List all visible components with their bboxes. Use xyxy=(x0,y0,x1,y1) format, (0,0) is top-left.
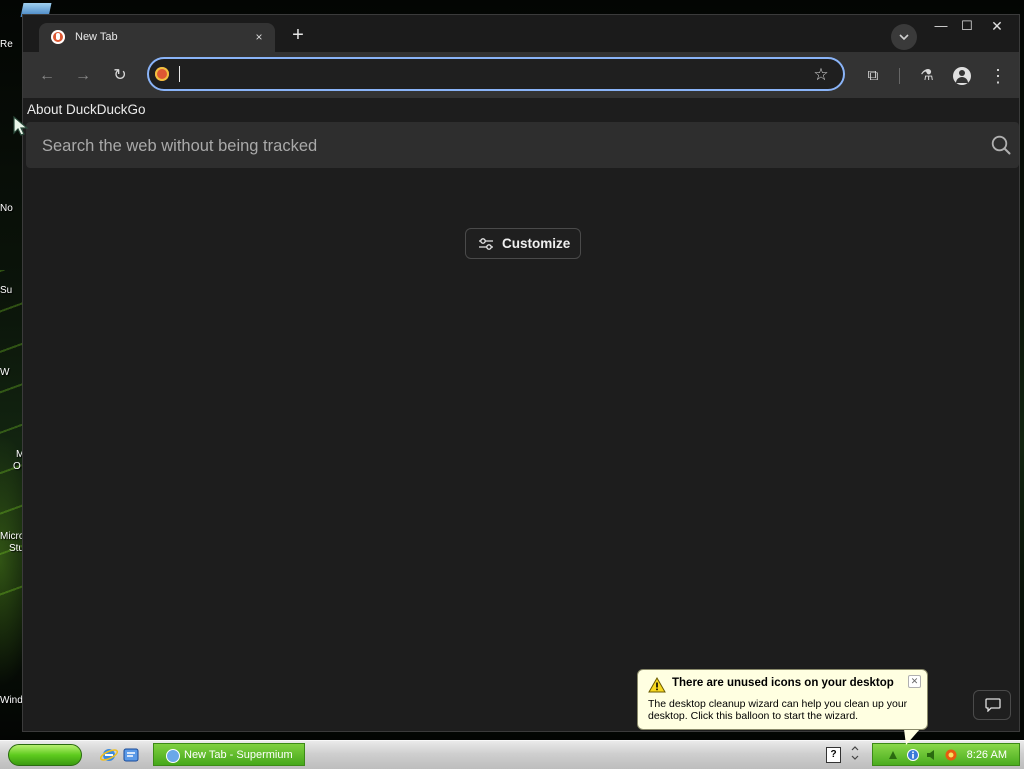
balloon-title: There are unused icons on your desktop xyxy=(672,677,894,689)
sliders-icon xyxy=(479,238,493,250)
new-tab-button[interactable]: + xyxy=(287,25,309,47)
customize-button[interactable]: Customize xyxy=(465,228,581,259)
security-alert-icon[interactable] xyxy=(945,749,957,761)
desktop-icon-label[interactable]: O xyxy=(13,461,21,473)
profile-button[interactable] xyxy=(950,64,974,88)
speech-bubble-icon xyxy=(985,698,1001,712)
desktop-icon-label[interactable]: W xyxy=(0,367,9,379)
tray-expand-chevron-icon[interactable] xyxy=(850,744,860,764)
info-balloon-icon[interactable] xyxy=(907,749,919,761)
taskbar: New Tab - Supermium ? 8:26 AM xyxy=(0,740,1024,769)
address-input[interactable] xyxy=(177,63,781,87)
desktop-icon-label[interactable]: Micro xyxy=(0,531,24,543)
volume-icon[interactable] xyxy=(925,749,937,761)
about-duckduckgo-link[interactable]: About DuckDuckGo xyxy=(27,102,146,117)
taskbar-clock[interactable]: 8:26 AM xyxy=(967,749,1007,761)
balloon-tail xyxy=(904,729,920,745)
tab-search-button[interactable] xyxy=(891,24,917,50)
taskbar-item-label: New Tab - Supermium xyxy=(184,749,293,761)
network-icon[interactable] xyxy=(887,749,899,761)
toolbar-divider xyxy=(899,68,900,84)
desktop-cleanup-balloon[interactable]: There are unused icons on your desktop ✕… xyxy=(637,669,928,730)
reload-button[interactable]: ↻ xyxy=(108,64,132,88)
customize-label: Customize xyxy=(502,236,571,251)
forward-button[interactable]: → xyxy=(71,64,95,88)
browser-window: New Tab × + — ☐ ✕ ← → ↻ ☆ ⧉ ⚗ ⋮ About Du… xyxy=(22,14,1020,732)
extensions-icon[interactable]: ⧉ xyxy=(861,64,885,88)
text-caret xyxy=(179,66,180,82)
browser-toolbar: ← → ↻ ☆ ⧉ ⚗ ⋮ xyxy=(23,52,1019,98)
desktop-icon-label[interactable]: No xyxy=(0,203,13,215)
tab-close-icon[interactable]: × xyxy=(251,29,267,45)
search-bar[interactable] xyxy=(26,122,1019,168)
bookmark-star-icon[interactable]: ☆ xyxy=(811,65,831,85)
desktop-icon-label[interactable]: Su xyxy=(0,285,12,297)
tab-strip: New Tab × + — ☐ ✕ xyxy=(23,15,1019,52)
balloon-message: The desktop cleanup wizard can help you … xyxy=(648,698,908,722)
maximize-button[interactable]: ☐ xyxy=(953,15,981,37)
search-icon[interactable] xyxy=(991,135,1011,155)
profile-avatar-icon xyxy=(953,67,971,85)
tab-new-tab[interactable]: New Tab × xyxy=(39,23,275,52)
help-icon[interactable]: ? xyxy=(826,747,841,763)
site-info-icon[interactable] xyxy=(155,67,169,81)
search-input[interactable] xyxy=(40,134,944,158)
show-desktop-icon[interactable] xyxy=(122,746,140,764)
menu-button[interactable]: ⋮ xyxy=(986,64,1010,88)
taskbar-item-supermium[interactable]: New Tab - Supermium xyxy=(153,743,305,766)
desktop-icon-label[interactable]: Re xyxy=(0,39,13,51)
duckduckgo-favicon-icon xyxy=(51,30,65,44)
warning-icon xyxy=(648,677,666,693)
internet-explorer-icon[interactable] xyxy=(100,746,118,764)
mouse-cursor-icon xyxy=(13,115,29,136)
back-button[interactable]: ← xyxy=(35,64,59,88)
wallpaper-glow xyxy=(0,270,24,610)
close-window-button[interactable]: ✕ xyxy=(983,15,1011,37)
desktop-icon-label[interactable]: Wind xyxy=(0,695,23,707)
page-content: About DuckDuckGo Customize xyxy=(23,98,1019,731)
address-bar[interactable]: ☆ xyxy=(147,57,845,91)
supermium-icon xyxy=(166,749,180,763)
tab-title: New Tab xyxy=(75,31,118,43)
start-button[interactable] xyxy=(8,744,82,766)
minimize-button[interactable]: — xyxy=(927,15,955,37)
labs-flask-icon[interactable]: ⚗ xyxy=(915,64,939,88)
system-tray: 8:26 AM xyxy=(872,743,1020,766)
feedback-button[interactable] xyxy=(973,690,1011,720)
chevron-down-icon xyxy=(899,34,909,41)
balloon-close-icon[interactable]: ✕ xyxy=(908,675,921,688)
